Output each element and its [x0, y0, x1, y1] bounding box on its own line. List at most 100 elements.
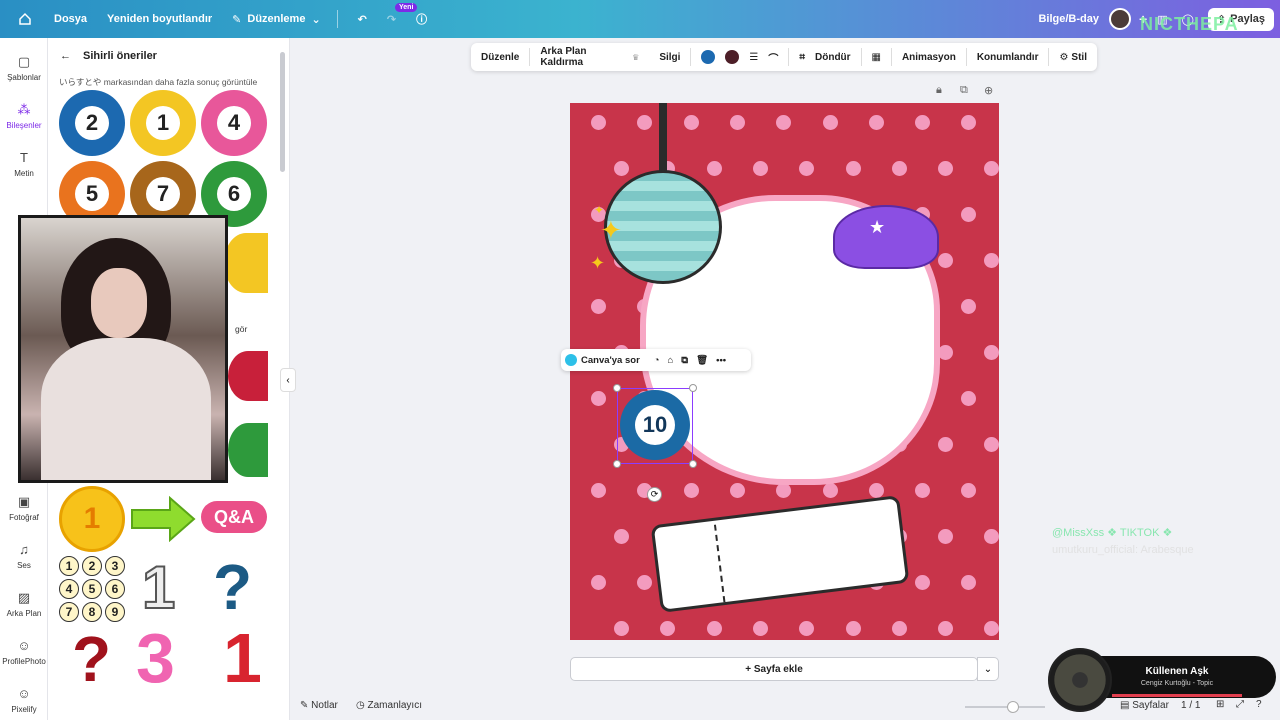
zoom-slider-knob[interactable] — [1007, 701, 1019, 713]
rail-background[interactable]: ▨ Arka Plan — [0, 590, 48, 618]
cowboy-hat[interactable]: ★ — [833, 205, 939, 269]
pages-button[interactable]: ▤ Sayfalar — [1120, 700, 1169, 711]
polka-dot — [776, 483, 791, 498]
ask-canva-button[interactable]: Canva'ya sor — [581, 355, 640, 366]
fullscreen-icon[interactable]: ⤢ — [1236, 699, 1244, 710]
disco-string — [659, 103, 667, 173]
polka-dot — [938, 529, 953, 544]
polka-dot — [961, 299, 976, 314]
sticker-3d-one[interactable]: 1 — [141, 553, 176, 622]
sticker-red-one[interactable]: 1 — [223, 618, 262, 698]
chevron-down-icon[interactable]: ⌄ — [977, 657, 999, 681]
back-arrow-icon[interactable]: ← — [60, 50, 71, 62]
add-page-icon[interactable]: ⊕ — [984, 84, 993, 97]
toolbar-rotate[interactable]: Döndür — [815, 52, 851, 63]
crop-icon[interactable]: ⌗ — [799, 52, 805, 63]
menu-file[interactable]: Dosya — [54, 13, 87, 25]
polka-dot — [846, 161, 861, 176]
polka-dot — [961, 483, 976, 498]
rail-label: Fotoğraf — [9, 513, 39, 522]
see-all-link[interactable]: gör — [235, 324, 247, 334]
rotate-handle[interactable]: ⟳ — [647, 487, 662, 502]
ball-number: 6 — [217, 177, 251, 211]
sticker-green-arrow[interactable] — [130, 495, 196, 543]
panel-subtitle[interactable]: いらすとや markasından daha fazla sonuç görün… — [59, 76, 257, 88]
comment-add-icon[interactable]: ◔ — [654, 355, 660, 366]
polka-dot — [961, 575, 976, 590]
help-icon[interactable]: ? — [1256, 699, 1262, 710]
home-icon[interactable] — [16, 10, 34, 28]
rail-elements[interactable]: ⁂ Bileşenler — [0, 102, 48, 130]
ball-number: 1 — [146, 106, 180, 140]
polka-dot — [984, 161, 999, 176]
sticker-number-grid[interactable]: 1 2 3 4 5 6 7 8 9 — [59, 556, 125, 622]
sticker-pink-three[interactable]: 3 — [136, 618, 175, 698]
duplicate-icon[interactable]: ⧉ — [681, 355, 688, 366]
panel-scrollbar[interactable] — [280, 52, 285, 172]
resize-handle[interactable] — [613, 384, 621, 392]
color-dot — [701, 50, 716, 64]
more-icon[interactable]: ••• — [716, 355, 726, 366]
menu-edit[interactable]: ✎ Düzenleme ⌄ — [232, 13, 321, 26]
color-swatch-2[interactable] — [725, 50, 740, 64]
lock-page-icon[interactable]: 🔒︎ — [936, 84, 942, 97]
undo-button[interactable]: ↶ — [358, 13, 367, 26]
toolbar-position[interactable]: Konumlandır — [977, 52, 1039, 63]
sticker-gold-one[interactable]: 1 — [59, 486, 125, 552]
delete-icon[interactable]: 🗑︎ — [696, 355, 708, 366]
zoom-slider[interactable] — [965, 701, 1045, 713]
sticker-question-red[interactable]: ? — [72, 622, 111, 696]
style-icon: ⚙ — [1059, 51, 1069, 63]
add-page-button[interactable]: + Sayfa ekle — [570, 657, 978, 681]
polka-dot — [637, 575, 652, 590]
rail-text[interactable]: T Metin — [0, 150, 48, 178]
polka-dot — [984, 621, 999, 636]
toolbar-bg-remover[interactable]: Arka Plan Kaldırma ♛ — [540, 46, 639, 68]
selection-box[interactable] — [617, 388, 693, 464]
transparency-icon[interactable]: ▦ — [872, 52, 881, 63]
sparkle-icon: ✦ — [600, 215, 622, 245]
sticker-ball-1[interactable]: 1 — [130, 90, 196, 156]
rail-profilephoto[interactable]: ☺ ProfilePhoto — [0, 638, 48, 666]
song-progress — [1112, 694, 1242, 697]
toolbar-style[interactable]: ⚙ Stil — [1059, 52, 1087, 63]
rail-audio[interactable]: ♫ Ses — [0, 542, 48, 570]
sticker-partial-ball[interactable] — [228, 351, 268, 401]
corner-round-icon[interactable]: ⌒ — [768, 50, 778, 65]
timer-label: Zamanlayıcı — [367, 700, 422, 711]
toolbar-eraser[interactable]: Silgi — [659, 52, 680, 63]
new-feature-icon[interactable]: ⓘ — [416, 11, 427, 27]
sticker-question-blue[interactable]: ? — [213, 550, 252, 624]
rail-photo[interactable]: ▣ Fotoğraf — [0, 494, 48, 522]
grid-view-icon[interactable]: ⊞ — [1216, 699, 1224, 710]
resize-handle[interactable] — [613, 460, 621, 468]
project-name[interactable]: Bilge/B-day — [1038, 13, 1099, 25]
sticker-ball-2[interactable]: 2 — [59, 90, 125, 156]
collapse-panel-button[interactable]: ‹ — [280, 368, 296, 392]
sparkle-icon: ✦ — [590, 253, 606, 273]
notes-label: Notlar — [311, 700, 338, 711]
timer-button[interactable]: ◷ Zamanlayıcı — [356, 700, 422, 711]
menu-resize[interactable]: Yeniden boyutlandır — [107, 13, 212, 25]
duplicate-page-icon[interactable]: ⧉ — [960, 84, 968, 97]
resize-handle[interactable] — [689, 460, 697, 468]
big-one-label: 1 — [75, 502, 109, 536]
rail-templates[interactable]: ▢ Şablonlar — [0, 54, 48, 82]
line-weight-icon[interactable]: ☰ — [749, 52, 758, 63]
rail-pixelify[interactable]: ☺ Pixelify — [0, 686, 48, 714]
redo-button[interactable]: ↷ — [387, 13, 396, 26]
color-swatch-1[interactable] — [701, 50, 716, 64]
menu-edit-label: Düzenleme — [247, 13, 306, 25]
notes-button[interactable]: ✎ Notlar — [300, 700, 338, 711]
sticker-ball-4[interactable]: 4 — [201, 90, 267, 156]
sticker-qa[interactable]: Q&A — [201, 501, 267, 533]
polka-dot — [591, 115, 606, 130]
lock-icon[interactable]: ⌂ — [668, 355, 674, 366]
resize-handle[interactable] — [689, 384, 697, 392]
grid-number: 9 — [105, 602, 125, 622]
toolbar-animate[interactable]: Animasyon — [902, 52, 956, 63]
sticker-partial-ball[interactable] — [224, 233, 268, 293]
toolbar-edit[interactable]: Düzenle — [481, 52, 519, 63]
avatar[interactable] — [1109, 8, 1131, 30]
sticker-partial-ball[interactable] — [228, 423, 268, 477]
